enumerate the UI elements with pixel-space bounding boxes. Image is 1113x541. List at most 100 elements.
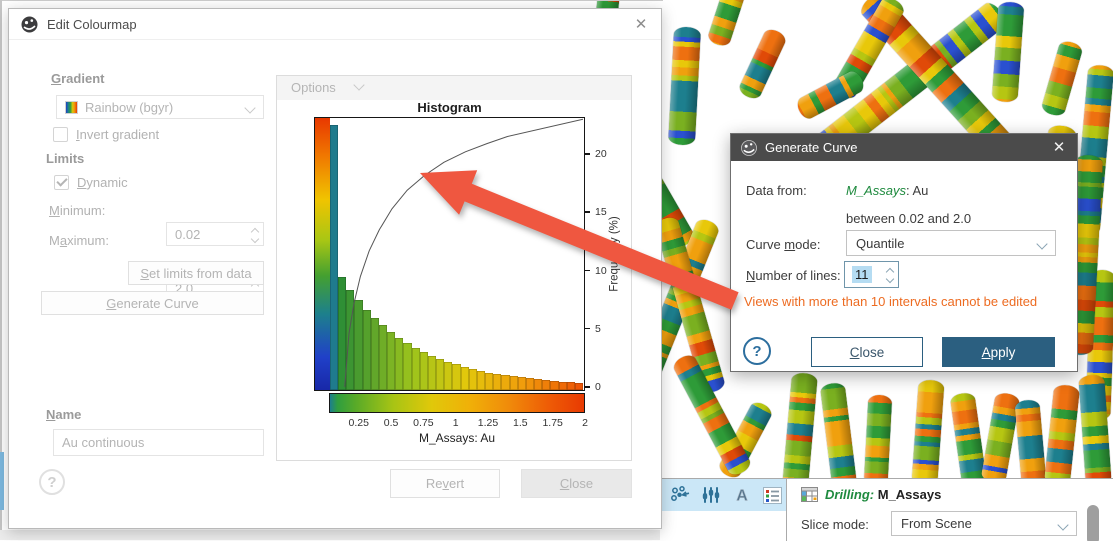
axis-tick-label: 20 (595, 148, 607, 160)
drillhole-cylinder (992, 1, 1025, 103)
axis-tick-label: 0.25 (349, 417, 369, 429)
text-format-icon[interactable]: A (729, 482, 756, 508)
spinner-arrows-icon[interactable] (252, 223, 258, 245)
axis-tick-label: 0 (595, 381, 601, 393)
drillhole-cylinder (1044, 384, 1080, 486)
options-header-label: Options (291, 80, 336, 95)
value-axis: 0.250.50.7511.251.51.752 (329, 417, 585, 429)
colourmap-name-input[interactable] (53, 429, 264, 456)
table-icon (801, 487, 818, 502)
gradient-value: Rainbow (bgyr) (85, 100, 173, 115)
axis-tick (585, 386, 590, 388)
limits-section-label: Limits (46, 151, 84, 166)
close-button[interactable]: Close (811, 337, 923, 367)
data-from-label: Data from: (746, 183, 807, 198)
leapfrog-icon (21, 16, 38, 33)
curve-mode-label: Curve mode: (746, 237, 820, 252)
drillhole-cylinder (980, 392, 1020, 485)
options-groupbox: Options Histogram 05101520 Frequency (%)… (276, 75, 632, 461)
drillhole-cylinder (864, 394, 893, 485)
histogram-title: Histogram (314, 100, 585, 115)
generate-curve-dialog: Generate Curve ✕ Data from: M_Assays: Au… (730, 133, 1078, 372)
drillhole-cylinder (782, 372, 818, 489)
colormap-horizontal-bar (329, 393, 585, 413)
minimum-value: 0.02 (175, 227, 200, 242)
curve-mode-value: Quantile (856, 236, 904, 251)
dynamic-checkbox[interactable]: Dynamic (54, 175, 128, 190)
drillhole-cylinder (911, 379, 944, 486)
cumulative-curve (315, 118, 583, 389)
help-button[interactable]: ? (743, 337, 771, 365)
axis-tick (585, 328, 590, 330)
svg-text:A: A (736, 488, 748, 505)
shape-properties-toolbar: A (661, 478, 786, 541)
drillhole-cylinder (1014, 399, 1046, 486)
options-header[interactable]: Options (277, 76, 631, 100)
slice-mode-value: From Scene (901, 516, 972, 531)
axis-tick-label: 1.5 (513, 417, 528, 429)
leapfrog-icon (741, 140, 757, 156)
checkbox-icon (53, 127, 68, 142)
window-bottom-strip (0, 530, 660, 540)
number-of-lines-spinbox[interactable]: 11 (844, 261, 899, 288)
chevron-down-icon (353, 79, 364, 90)
drillhole-cylinder (706, 0, 746, 48)
number-of-lines-value: 11 (852, 266, 872, 283)
dialog-title: Edit Colourmap (47, 17, 137, 32)
axis-tick-label: 2 (582, 417, 588, 429)
drillhole-cylinder (667, 26, 700, 145)
rainbow-swatch-icon (65, 101, 78, 114)
axis-tick-label: 1.75 (542, 417, 562, 429)
revert-button[interactable]: Revert (390, 469, 500, 498)
interval-warning-text: Views with more than 10 intervals cannot… (744, 294, 1037, 309)
axis-tick-label: 0.75 (413, 417, 433, 429)
number-of-lines-label: Number of lines: (746, 268, 841, 283)
drilling-object-name: M_Assays (878, 487, 942, 502)
frequency-axis-title: Frequency (%) (607, 117, 623, 391)
drilling-properties-panel: Drilling: M_Assays Slice mode: From Scen… (786, 478, 1113, 541)
checkbox-checked-icon (54, 175, 69, 190)
chevron-down-icon (1057, 519, 1068, 530)
curve-mode-dropdown[interactable]: Quantile (846, 230, 1056, 256)
invert-gradient-checkbox[interactable]: Invert gradient (53, 127, 159, 142)
edit-colourmap-titlebar[interactable]: Edit Colourmap (9, 9, 661, 40)
axis-tick (585, 270, 590, 272)
display-sliders-icon[interactable] (698, 482, 725, 508)
histogram-plot[interactable] (314, 117, 585, 391)
axis-tick (585, 153, 590, 155)
edit-colourmap-dialog: Edit Colourmap ✕ Gradient Rainbow (bgyr)… (8, 8, 662, 529)
drilling-category-label: Drilling: (825, 487, 874, 502)
help-button[interactable]: ? (39, 469, 65, 495)
slice-mode-dropdown[interactable]: From Scene (891, 511, 1077, 536)
axis-tick (585, 211, 590, 213)
extract-points-icon[interactable] (667, 482, 694, 508)
name-section-label: Name (46, 407, 81, 422)
minimum-label: Minimum: (49, 203, 105, 218)
drillhole-cylinder (819, 381, 857, 488)
axis-tick-label: 1.25 (478, 417, 498, 429)
legend-icon[interactable] (759, 482, 786, 508)
set-limits-from-data-button[interactable]: Set limits from data (128, 261, 264, 285)
close-button[interactable]: Close (521, 469, 632, 498)
value-axis-title: M_Assays: Au (329, 431, 585, 445)
maximum-label: Maximum: (49, 233, 109, 248)
apply-button[interactable]: Apply (942, 337, 1055, 367)
close-icon[interactable]: ✕ (631, 14, 651, 34)
drillhole-cylinder (1040, 39, 1084, 118)
axis-tick-label: 15 (595, 206, 607, 218)
spinner-arrows-icon[interactable] (887, 262, 893, 287)
window-frame-top (0, 0, 663, 1)
generate-curve-titlebar[interactable]: Generate Curve (731, 134, 1077, 161)
panel-scrollbar-thumb[interactable] (1087, 505, 1099, 541)
toolbar-band: A (661, 479, 786, 511)
generate-curve-button[interactable]: Generate Curve (41, 291, 264, 315)
slice-mode-label: Slice mode: (801, 517, 869, 532)
drillhole-cylinder (736, 27, 787, 102)
axis-tick-label: 1 (453, 417, 459, 429)
minimum-spinbox[interactable]: 0.02 (166, 222, 264, 246)
gradient-dropdown[interactable]: Rainbow (bgyr) (56, 95, 264, 119)
background-scrollbar-sliver (0, 452, 4, 510)
close-icon[interactable]: ✕ (1049, 137, 1069, 157)
axis-tick-label: 5 (595, 323, 601, 335)
data-source-value: M_Assays: Au (846, 183, 928, 198)
